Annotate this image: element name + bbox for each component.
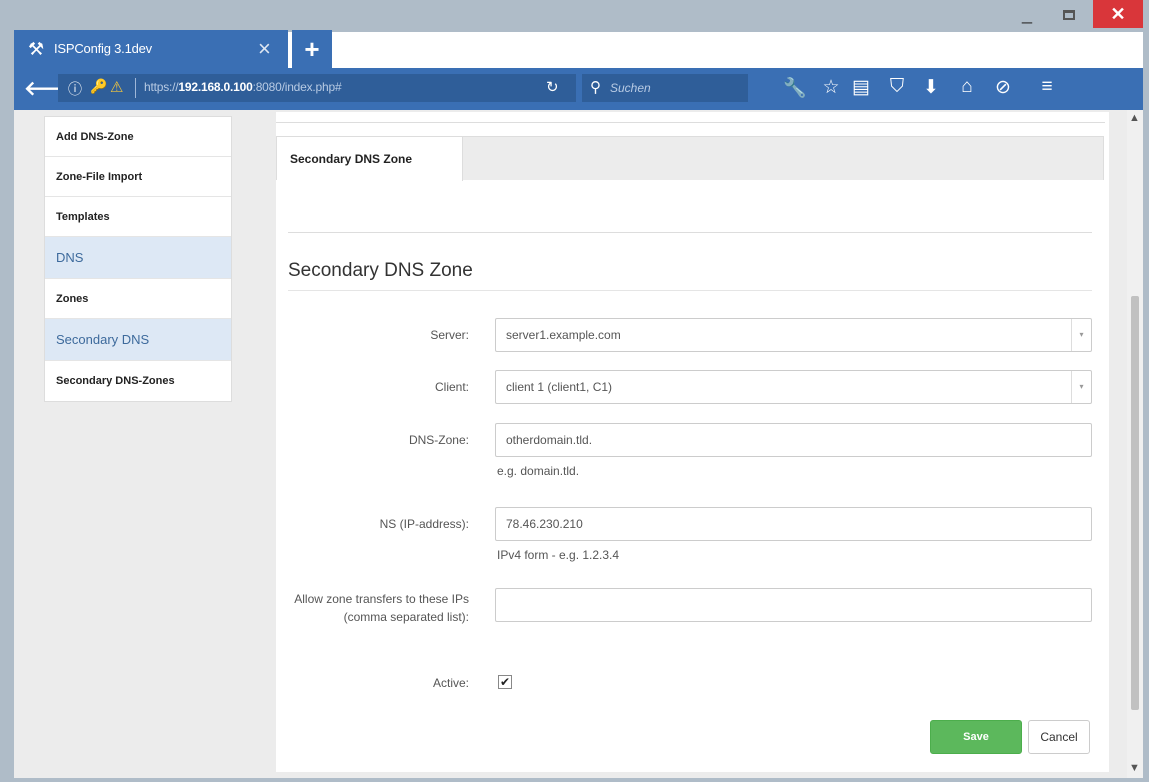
sidebar-item-zones[interactable]: Zones [45,279,231,319]
ns-value: 78.46.230.210 [506,517,583,531]
sidebar-item-secondary-dns-zones[interactable]: Secondary DNS-Zones [45,361,231,401]
divider [276,122,1105,123]
search-box[interactable]: ⚲ Suchen [582,74,748,102]
client-select[interactable]: client 1 (client1, C1) ▾ [495,370,1092,404]
home-icon[interactable]: ⌂ [954,76,980,98]
dns-zone-input[interactable]: otherdomain.tld. [495,423,1092,457]
scroll-up-icon[interactable]: ▲ [1129,112,1140,124]
dns-zone-hint: e.g. domain.tld. [497,464,580,478]
active-label: Active: [432,676,469,690]
zone-transfer-label: Allow zone transfers to these IPs (comma… [294,592,469,624]
reload-icon[interactable]: ↻ [546,78,559,96]
tab-secondary-dns-zone[interactable]: Secondary DNS Zone [277,137,463,181]
search-icon: ⚲ [590,79,601,96]
active-checkbox[interactable]: ✔ [498,675,512,689]
search-placeholder: Suchen [610,81,651,95]
new-tab-button[interactable]: + [292,30,332,68]
window-frame-left [0,32,14,782]
chevron-down-icon: ▾ [1071,319,1091,351]
key-icon[interactable]: 🔑 [90,78,107,95]
url-divider [135,78,136,98]
maximize-button[interactable] [1052,0,1086,28]
form-title: Secondary DNS Zone [288,260,473,281]
client-value: client 1 (client1, C1) [506,380,613,394]
main-panel: Secondary DNS Zone Secondary DNS Zone Se… [276,112,1109,772]
address-bar[interactable]: ⓘ 🔑 ⚠ https://192.168.0.100:8080/index.p… [58,74,576,102]
client-label: Client: [434,380,469,394]
dns-zone-value: otherdomain.tld. [506,433,593,447]
divider [288,290,1092,291]
save-button[interactable]: Save [930,720,1022,754]
dns-zone-label: DNS-Zone: [408,433,469,447]
menu-icon[interactable]: ≡ [1034,76,1060,98]
window-titlebar [0,0,1149,32]
wrench-icon[interactable]: 🔧 [782,76,808,100]
cancel-button[interactable]: Cancel [1028,720,1090,754]
ns-label: NS (IP-address): [379,517,469,531]
ns-input[interactable]: 78.46.230.210 [495,507,1092,541]
reading-list-icon[interactable]: ▤ [848,76,874,99]
tab-close-icon[interactable]: × [258,36,271,62]
ispconfig-favicon-icon: ⚒ [28,39,45,59]
info-icon[interactable]: ⓘ [68,79,82,99]
tab-title: ISPConfig 3.1dev [54,41,152,56]
server-label: Server: [430,328,469,342]
window-frame-bottom [0,778,1149,782]
sidebar-item-zone-file-import[interactable]: Zone-File Import [45,157,231,197]
form-tabs: Secondary DNS Zone [276,136,1104,181]
url-text[interactable]: https://192.168.0.100:8080/index.php# [144,80,342,94]
navigation-toolbar: 🡐 ⓘ 🔑 ⚠ https://192.168.0.100:8080/index… [14,68,1143,110]
server-value: server1.example.com [506,328,621,342]
ns-hint: IPv4 form - e.g. 1.2.3.4 [497,548,620,562]
chevron-down-icon: ▾ [1071,371,1091,403]
pocket-icon[interactable]: ⛉ [884,76,910,98]
divider [288,232,1092,233]
minimize-button[interactable]: _ [1010,0,1044,28]
server-select[interactable]: server1.example.com ▾ [495,318,1092,352]
scroll-thumb[interactable] [1131,296,1139,710]
download-icon[interactable]: ⬇ [918,76,944,99]
sidebar-header-dns: DNS [45,237,231,279]
blocker-icon[interactable]: ⊘ [990,76,1016,99]
sidebar-item-templates[interactable]: Templates [45,197,231,237]
bookmark-star-icon[interactable]: ☆ [818,76,844,99]
sidebar-item-add-dns-zone[interactable]: Add DNS-Zone [45,117,231,157]
page-content: Add DNS-Zone Zone-File Import Templates … [14,110,1127,778]
zone-transfer-input[interactable] [495,588,1092,622]
scroll-down-icon[interactable]: ▼ [1129,762,1140,774]
warning-lock-icon[interactable]: ⚠ [110,78,128,96]
sidebar-header-secondary-dns: Secondary DNS [45,319,231,361]
maximize-icon [1063,10,1075,20]
vertical-scrollbar[interactable]: ▲ ▼ [1127,110,1143,778]
window-frame-right [1143,32,1149,782]
close-window-button[interactable]: ✕ [1093,0,1143,28]
sidebar-menu: Add DNS-Zone Zone-File Import Templates … [44,116,232,402]
browser-tab[interactable]: ⚒ ISPConfig 3.1dev × [14,30,288,68]
